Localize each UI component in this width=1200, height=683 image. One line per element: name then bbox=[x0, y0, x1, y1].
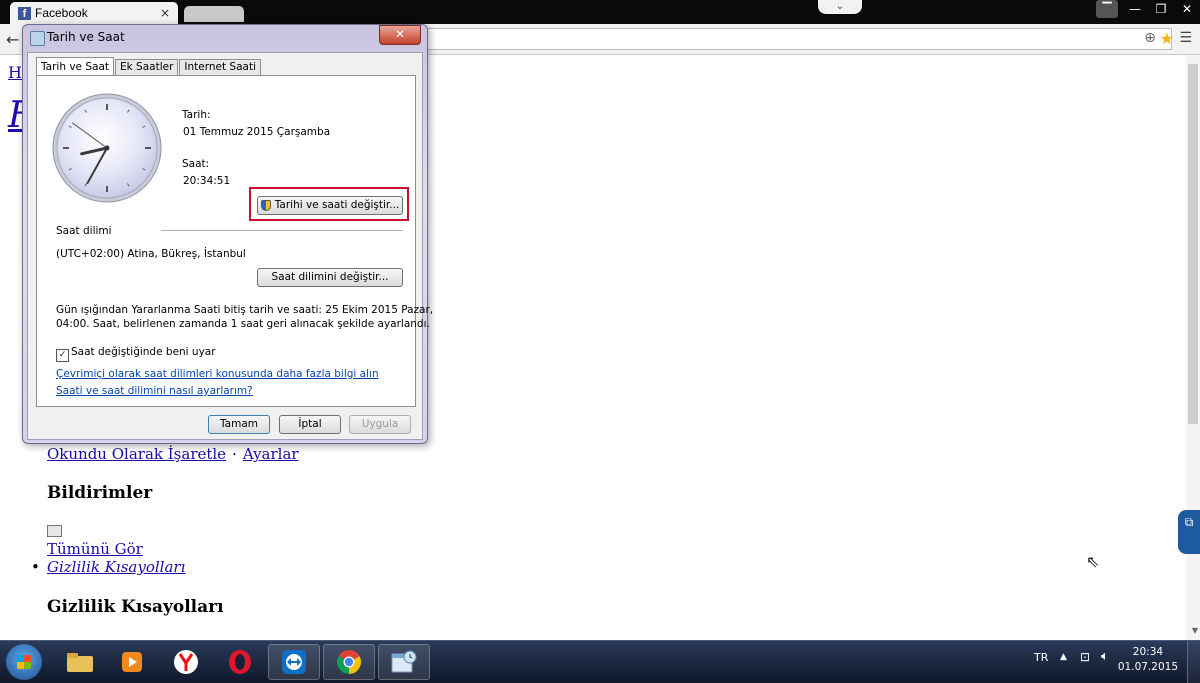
tab-additional-clocks[interactable]: Ek Saatler bbox=[115, 59, 179, 75]
new-tab-button[interactable] bbox=[184, 6, 244, 22]
change-timezone-button[interactable]: Saat dilimini değiştir... bbox=[257, 268, 403, 287]
date-time-panel: Tarih: 01 Temmuz 2015 Çarşamba Saat: 20:… bbox=[36, 75, 433, 407]
user-profile-icon[interactable]: ▔ bbox=[1096, 0, 1118, 18]
notify-checkbox-label: Saat değiştiğinde beni uyar bbox=[71, 346, 216, 358]
cancel-button[interactable]: İptal bbox=[279, 415, 341, 434]
dst-info-line1: Gün ışığından Yararlanma Saati bitiş tar… bbox=[56, 304, 434, 316]
date-label: Tarih: bbox=[182, 109, 211, 121]
change-date-time-button[interactable]: Tarihi ve saati değiştir... bbox=[257, 196, 403, 215]
windows-taskbar: TR ▲ ⊡ 🔈︎ 20:34 01.07.2015 bbox=[0, 640, 1200, 683]
clock-center-pin bbox=[104, 145, 110, 151]
file-explorer-icon[interactable] bbox=[54, 644, 106, 680]
network-icon[interactable]: ⊡ bbox=[1080, 650, 1090, 664]
section-divider bbox=[161, 230, 403, 231]
taskbar-date: 01.07.2015 bbox=[1117, 661, 1178, 673]
notify-checkbox[interactable]: ✓ bbox=[56, 349, 69, 362]
bookmark-star-icon[interactable]: ★ bbox=[1160, 29, 1174, 48]
browser-tab-facebook[interactable]: f Facebook × bbox=[10, 2, 178, 24]
change-date-time-label: Tarihi ve saati değiştir... bbox=[274, 199, 400, 211]
chrome-browser-icon[interactable] bbox=[323, 644, 375, 680]
teamviewer-icon[interactable] bbox=[268, 644, 320, 680]
dst-info-line2: 04:00. Saat, belirlenen zamanda 1 saat g… bbox=[56, 318, 430, 330]
timezone-value: (UTC+02:00) Atina, Bükreş, İstanbul bbox=[56, 248, 246, 260]
date-time-taskbar-icon[interactable] bbox=[378, 644, 430, 680]
media-player-icon[interactable] bbox=[106, 644, 158, 680]
date-time-dialog: Tarih ve Saat ✕ Tarih ve Saat Ek Saatler… bbox=[22, 24, 433, 444]
teamviewer-logo-icon bbox=[282, 650, 306, 674]
volume-icon[interactable]: 🔈︎ bbox=[1101, 649, 1109, 664]
see-all-link[interactable]: Tümünü Gör bbox=[47, 540, 143, 558]
play-icon bbox=[122, 652, 142, 672]
taskbar-clock[interactable]: 20:34 01.07.2015 bbox=[1118, 645, 1178, 675]
show-hidden-icons[interactable]: ▲ bbox=[1060, 652, 1067, 662]
analog-clock bbox=[52, 93, 162, 203]
folder-icon bbox=[67, 653, 93, 672]
scroll-down-arrow-icon[interactable]: ▼ bbox=[1192, 626, 1198, 635]
dialog-tabs: Tarih ve Saat Ek Saatler Internet Saati bbox=[36, 57, 262, 76]
dialog-title: Tarih ve Saat bbox=[47, 30, 125, 44]
date-value: 01 Temmuz 2015 Çarşamba bbox=[183, 126, 331, 138]
chrome-icon bbox=[336, 649, 362, 674]
taskbar-time: 20:34 bbox=[1132, 646, 1164, 658]
tab-internet-time[interactable]: Internet Saati bbox=[179, 59, 262, 75]
show-desktop-button[interactable] bbox=[1187, 641, 1200, 683]
scrollbar-thumb[interactable] bbox=[1188, 64, 1198, 424]
settings-link[interactable]: Ayarlar bbox=[243, 445, 299, 463]
tab-close-icon[interactable]: × bbox=[158, 6, 172, 20]
broken-image-icon bbox=[47, 525, 62, 537]
facebook-favicon-icon: f bbox=[18, 6, 31, 20]
dialog-close-button[interactable]: ✕ bbox=[379, 25, 421, 45]
notifications-heading: Bildirimler bbox=[47, 483, 153, 503]
howto-set-time-link[interactable]: Saati ve saat dilimini nasıl ayarlarım? bbox=[56, 385, 253, 397]
tab-date-time[interactable]: Tarih ve Saat bbox=[36, 57, 114, 76]
timezone-label: Saat dilimi bbox=[56, 225, 112, 237]
dialog-body: Tarih ve Saat Ek Saatler Internet Saati bbox=[27, 52, 433, 440]
zoom-icon[interactable]: ⊕ bbox=[1144, 30, 1156, 46]
mark-read-link[interactable]: Okundu Olarak İşaretle bbox=[47, 445, 226, 463]
calendar-clock-icon bbox=[391, 650, 417, 673]
menu-icon[interactable]: ☰ bbox=[1179, 30, 1192, 46]
close-window-icon[interactable]: ✕ bbox=[1174, 0, 1200, 18]
restore-icon[interactable]: ❐ bbox=[1148, 0, 1174, 18]
time-value: 20:34:51 bbox=[183, 175, 231, 187]
start-button[interactable] bbox=[6, 644, 42, 680]
browser-tabstrip: f Facebook × ⌄ ▔ — ❐ ✕ bbox=[0, 0, 1200, 24]
privacy-heading: Gizlilik Kısayolları bbox=[47, 597, 224, 617]
window-controls: ▔ — ❐ ✕ bbox=[1096, 0, 1200, 18]
language-indicator[interactable]: TR bbox=[1034, 651, 1048, 664]
privacy-shortcuts-link[interactable]: Gizlilik Kısayolları bbox=[31, 558, 185, 576]
teamviewer-side-widget[interactable]: ⧉ bbox=[1178, 510, 1200, 554]
mouse-cursor-icon: ⇖ bbox=[1086, 552, 1100, 571]
separator: · bbox=[232, 445, 237, 463]
ok-button[interactable]: Tamam bbox=[208, 415, 270, 434]
opera-icon bbox=[229, 650, 251, 674]
clock-app-icon bbox=[30, 31, 45, 46]
back-arrow-icon[interactable]: ← bbox=[6, 30, 19, 49]
uac-shield-icon bbox=[260, 200, 271, 211]
chevron-down-icon[interactable]: ⌄ bbox=[818, 0, 862, 14]
notification-actions: Okundu Olarak İşaretle · Ayarlar bbox=[47, 445, 299, 463]
apply-button[interactable]: Uygula bbox=[349, 415, 411, 434]
yandex-icon bbox=[174, 650, 198, 674]
online-timezone-link[interactable]: Çevrimiçi olarak saat dilimleri konusund… bbox=[56, 368, 379, 380]
time-label: Saat: bbox=[182, 158, 210, 170]
yandex-browser-icon[interactable] bbox=[160, 644, 212, 680]
minimize-icon[interactable]: — bbox=[1122, 0, 1148, 18]
opera-browser-icon[interactable] bbox=[214, 644, 266, 680]
tab-title: Facebook bbox=[35, 6, 88, 20]
